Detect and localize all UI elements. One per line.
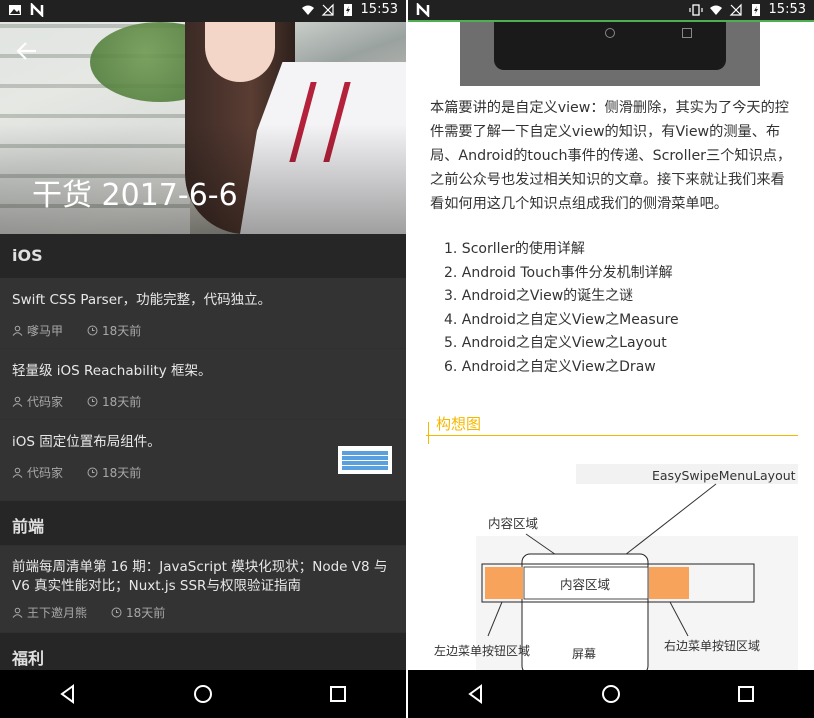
status-bar: 15:53 — [408, 0, 814, 22]
nav-bar — [0, 670, 406, 718]
item-author: 代码家 — [27, 466, 64, 480]
item-title: iOS 固定位置布局组件。 — [12, 434, 161, 450]
item-time: 18天前 — [102, 466, 142, 480]
status-bar: 15:53 — [0, 0, 406, 22]
diagram-label-right-menu: 右边菜单按钮区域 — [664, 638, 760, 653]
item-thumbnail — [338, 446, 392, 474]
diagram-label-content-mid: 内容区域 — [560, 577, 610, 592]
person-icon — [12, 467, 23, 478]
status-accent-line — [408, 20, 814, 22]
no-signal-icon — [729, 3, 742, 16]
item-author: 王下邀月熊 — [27, 606, 88, 620]
vibrate-icon — [688, 3, 703, 16]
nav-recents-icon[interactable] — [734, 682, 758, 706]
article-paragraph: 本篇要讲的是自定义view：侧滑删除，其实为了今天的控件需要了解一下自定义vie… — [430, 100, 792, 212]
list-item[interactable]: 轻量级 iOS Reachability 框架。 代码家 18天前 — [0, 349, 406, 419]
status-time: 15:53 — [360, 2, 398, 17]
item-title: 轻量级 iOS Reachability 框架。 — [12, 363, 212, 379]
section-heading-text: 构想图 — [436, 415, 482, 433]
nav-back-icon[interactable] — [464, 682, 488, 706]
reference-list: 1. Scorller的使用详解 2. Android Touch事件分发机制详… — [444, 238, 679, 380]
section-header-frontend: 前端 — [0, 501, 406, 545]
n-app-icon — [416, 3, 430, 17]
list-item[interactable]: iOS 固定位置布局组件。 代码家 18天前 — [0, 420, 406, 500]
wifi-icon — [301, 5, 314, 15]
diagram-label-layout: EasySwipeMenuLayout — [652, 468, 796, 483]
item-title: Swift CSS Parser，功能完整，代码独立。 — [12, 292, 272, 308]
nav-home-icon[interactable] — [599, 682, 623, 706]
nav-bar — [408, 670, 814, 718]
clock-icon — [111, 607, 122, 618]
item-author: 代码家 — [27, 395, 64, 409]
hero-title: 干货 2017-6-6 — [32, 178, 238, 213]
embedded-screenshot — [460, 22, 760, 86]
person-icon — [12, 396, 23, 407]
n-app-icon — [30, 3, 44, 17]
list-item[interactable]: 前端每周清单第 16 期：JavaScript 模块化现状；Node V8 与 … — [0, 546, 406, 632]
diagram-label-left-menu: 左边菜单按钮区域 — [434, 643, 530, 658]
list-item[interactable]: 4. Android之自定义View之Measure — [444, 309, 679, 333]
left-screen: 15:53 干货 2017-6-6 iOS Swift CSS Parser，功… — [0, 0, 406, 718]
no-signal-icon — [321, 3, 334, 16]
concept-diagram: EasySwipeMenuLayout 内容区域 内容区域 左边菜单按钮区域 屏… — [426, 450, 798, 670]
item-time: 18天前 — [102, 324, 142, 338]
list-item[interactable]: 5. Android之自定义View之Layout — [444, 332, 679, 356]
wifi-icon — [709, 5, 722, 15]
nav-back-icon[interactable] — [56, 682, 80, 706]
clock-icon — [87, 325, 98, 336]
list-item[interactable]: 2. Android Touch事件分发机制详解 — [444, 262, 679, 286]
item-author: 嗲马甲 — [27, 324, 64, 338]
diagram-label-screen: 屏幕 — [572, 647, 596, 661]
battery-icon — [751, 3, 760, 16]
image-icon — [9, 5, 21, 15]
person-icon — [12, 325, 23, 336]
item-time: 18天前 — [102, 395, 142, 409]
right-screen: 15:53 本篇要讲的是自定义view：侧滑删除，其实为了今天的控件需要了解一下… — [408, 0, 814, 718]
diagram-label-content-top: 内容区域 — [488, 516, 538, 531]
back-arrow-icon[interactable] — [14, 38, 40, 64]
list-item[interactable]: 1. Scorller的使用详解 — [444, 238, 679, 262]
item-title: 前端每周清单第 16 期：JavaScript 模块化现状；Node V8 与 … — [12, 559, 388, 594]
nav-home-icon[interactable] — [191, 682, 215, 706]
section-header-ios: iOS — [0, 234, 406, 278]
nav-recents-icon[interactable] — [326, 682, 350, 706]
list-item[interactable]: 6. Android之自定义View之Draw — [444, 356, 679, 380]
clock-icon — [87, 467, 98, 478]
list-item[interactable]: 3. Android之View的诞生之谜 — [444, 285, 679, 309]
status-time: 15:53 — [768, 2, 806, 17]
clock-icon — [87, 396, 98, 407]
item-time: 18天前 — [126, 606, 166, 620]
person-icon — [12, 607, 23, 618]
section-heading: 构想图 — [426, 410, 798, 444]
battery-icon — [343, 3, 352, 16]
list-item[interactable]: Swift CSS Parser，功能完整，代码独立。 嗲马甲 18天前 — [0, 278, 406, 348]
